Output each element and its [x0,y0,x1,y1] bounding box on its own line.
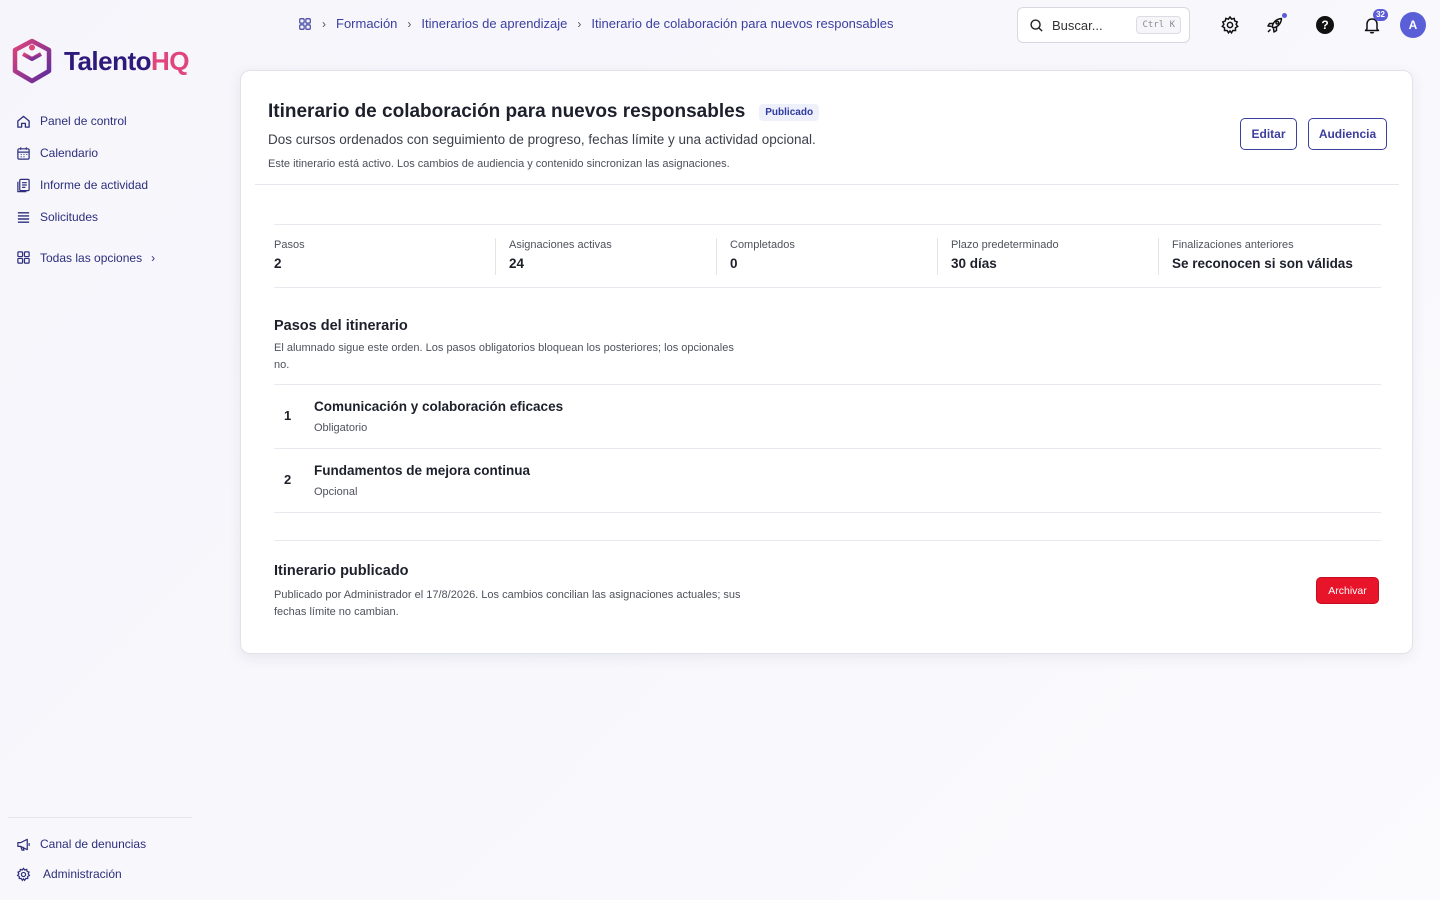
step-kind: Obligatorio [314,422,368,434]
sidebar-item-whistleblower-channel[interactable]: Canal de denuncias [16,835,146,853]
sidebar-item-label: Calendario [40,146,99,160]
search-input[interactable]: Buscar... Ctrl K [1017,7,1190,43]
help-icon: ? [1316,16,1334,34]
itinerary-card: Itinerario de colaboración para nuevos r… [240,70,1413,654]
stat-value: 0 [730,256,738,271]
megaphone-icon [17,838,30,851]
brand-logo[interactable]: TalentoHQ [12,38,190,84]
chevron-right-icon: › [151,250,156,265]
archive-button[interactable]: Archivar [1316,577,1379,604]
itinerary-header: Itinerario de colaboración para nuevos r… [268,101,820,170]
notifications-button[interactable]: 32 [1361,9,1388,36]
sidebar-item-all-options[interactable]: Todas las opciones › [16,250,155,265]
search-icon [1030,18,1043,32]
list-icon [17,211,30,223]
sidebar-item-label: Informe de actividad [40,178,149,192]
publication-title: Itinerario publicado [274,563,409,579]
itinerary-note: Este itinerario está activo. Los cambios… [268,158,730,170]
header-divider [255,184,1399,185]
grid-icon [17,251,30,264]
stat-completed: Completados 0 [716,225,951,287]
calendar-icon [17,146,30,160]
stat-value: Se reconocen si son válidas [1172,256,1353,271]
breadcrumb-item-learning-paths[interactable]: Itinerarios de aprendizaje [421,16,567,31]
stat-default-deadline: Plazo predeterminado 30 días [937,225,1172,287]
home-icon [17,115,30,128]
breadcrumb-item-training[interactable]: Formación [336,16,397,31]
audience-button[interactable]: Audiencia [1308,118,1387,150]
breadcrumb-item-current[interactable]: Itinerario de colaboración para nuevos r… [591,16,893,31]
stat-value: 2 [274,256,282,271]
new-indicator-dot [1282,13,1287,18]
step-row[interactable]: 1 Comunicación y colaboración eficaces O… [274,384,1381,448]
sidebar: TalentoHQ Panel de control Calendario In… [0,0,200,900]
search-shortcut: Ctrl K [1136,16,1181,34]
stat-steps: Pasos 2 [274,225,509,287]
steps-divider [274,512,1381,513]
sidebar-item-activity-report[interactable]: Informe de actividad [16,176,148,194]
sidebar-item-label: Todas las opciones [40,250,143,265]
steps-title: Pasos del itinerario [274,318,408,334]
publication-description: Publicado por Administrador el 17/8/2026… [274,589,741,618]
stat-label: Completados [730,239,795,251]
sidebar-item-administration[interactable]: Administración [16,865,146,883]
apps-grid-icon[interactable] [298,17,312,31]
steps-section-header: Pasos del itinerario El alumnado sigue e… [274,318,734,374]
stats-bar: Pasos 2 Asignaciones activas 24 Completa… [274,224,1381,288]
cube-logo-icon [12,38,52,84]
step-number: 2 [284,472,292,487]
stat-label: Pasos [274,239,305,251]
publication-divider [274,540,1381,541]
help-button[interactable]: ? [1314,14,1336,36]
stat-label: Plazo predeterminado [951,239,1059,251]
sidebar-item-requests[interactable]: Solicitudes [16,208,148,226]
stat-previous-completions: Finalizaciones anteriores Se reconocen s… [1158,225,1381,287]
whats-new-button[interactable] [1264,13,1287,36]
stat-active-assignments: Asignaciones activas 24 [495,225,730,287]
itinerary-description: Dos cursos ordenados con seguimiento de … [268,132,816,147]
edit-button[interactable]: Editar [1240,118,1297,150]
sidebar-item-label: Canal de denuncias [40,837,147,851]
sidebar-item-label: Panel de control [40,114,127,128]
sidebar-item-label: Administración [43,867,122,881]
sidebar-nav: Panel de control Calendario Informe de a… [16,112,148,240]
page-title: Itinerario de colaboración para nuevos r… [268,101,746,122]
user-avatar[interactable]: A [1400,12,1426,38]
chevron-right-icon: › [322,16,326,31]
step-number: 1 [284,408,292,423]
sidebar-item-dashboard[interactable]: Panel de control [16,112,148,130]
rocket-icon [1267,17,1283,33]
gear-icon [1221,15,1239,35]
breadcrumb: › Formación › Itinerarios de aprendizaje… [298,16,894,31]
sidebar-item-label: Solicitudes [40,210,99,224]
settings-button[interactable] [1219,14,1241,36]
chevron-right-icon: › [577,16,582,31]
stat-label: Finalizaciones anteriores [1172,239,1294,251]
sidebar-divider [8,817,192,818]
report-icon [17,178,30,192]
sidebar-bottom-nav: Canal de denuncias Administración [16,835,146,895]
stat-value: 30 días [951,256,997,271]
stat-label: Asignaciones activas [509,239,612,251]
brand-name: TalentoHQ [64,45,190,76]
steps-description: El alumnado sigue este orden. Los pasos … [274,342,734,371]
notifications-count-badge: 32 [1373,9,1388,21]
search-placeholder: Buscar... [1052,17,1103,33]
step-kind: Opcional [314,486,358,498]
stat-value: 24 [509,256,525,271]
step-name: Fundamentos de mejora continua [314,463,531,478]
gear-icon [16,866,31,881]
step-name: Comunicación y colaboración eficaces [314,399,564,414]
chevron-right-icon: › [407,16,412,31]
step-row[interactable]: 2 Fundamentos de mejora continua Opciona… [274,448,1381,512]
sidebar-item-calendar[interactable]: Calendario [16,144,148,162]
publication-section: Itinerario publicado Publicado por Admin… [274,563,744,621]
status-badge: Publicado [759,103,820,121]
